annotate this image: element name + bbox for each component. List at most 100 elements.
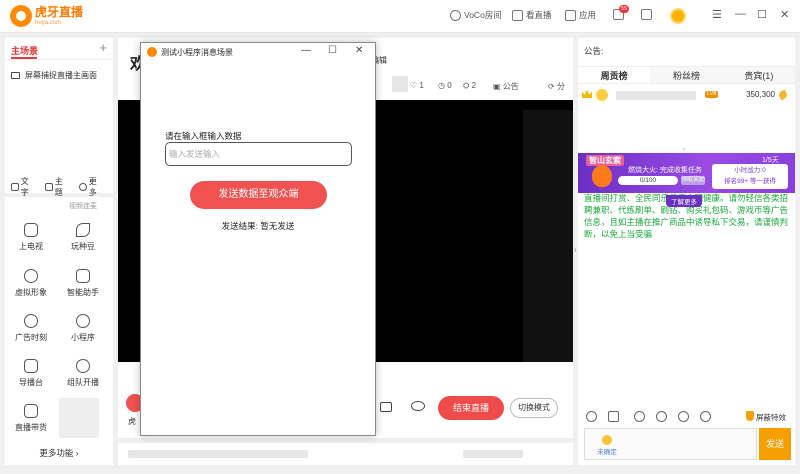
send-chat-button[interactable]: 发送 [759,428,791,460]
tab-vip[interactable]: 贵宾(1) [722,67,795,83]
dialog-minimize-button[interactable]: — [301,45,311,56]
add-text-button[interactable]: 文字 [11,176,36,198]
tool-ad-moment[interactable]: 广告时刻 [9,314,53,343]
tab-fans[interactable]: 粉丝榜 [650,67,723,83]
blurred-status-right [463,450,523,458]
gift-icon[interactable] [634,411,645,422]
text-icon [11,183,19,191]
send-result: 发送结果: 暂无发送 [221,221,295,231]
tool-live-shopping[interactable]: 直播带货 [9,404,53,433]
eye-icon[interactable] [411,401,425,411]
watch-live-link[interactable]: 看直播 [512,9,552,21]
emoji-icon[interactable] [586,411,597,422]
maximize-button[interactable]: ☐ [757,8,767,21]
viewer-count: ⛭ 2 [463,81,477,90]
message-icon[interactable] [678,411,689,422]
more-options-button[interactable]: 更多 [79,176,104,198]
block-effects-toggle[interactable]: 屏蔽特效 [756,412,786,423]
tool-tv[interactable]: 上电视 [9,223,53,252]
claim-reward-button[interactable]: 领取奖励 [681,176,705,185]
level-badge: LV8 [705,91,719,98]
tool-smart-assistant[interactable]: 智能助手 [61,269,105,298]
send-to-audience-button[interactable]: 发送数据至观众端 [190,181,327,209]
user-avatar[interactable] [670,8,686,24]
chat-input-box[interactable]: 未确定 [584,428,757,460]
logo-subtitle: huya.com [35,19,62,26]
bean-icon [777,89,789,101]
logo-title: 虎牙直播 [35,4,84,19]
calendar-button[interactable] [641,9,655,20]
rank-score: 350,300 [746,90,775,99]
theme-icon [45,183,53,191]
monitor-icon [11,72,20,79]
preview-side-strip [523,110,573,362]
ad-icon [24,314,38,328]
settings-icon[interactable] [700,411,711,422]
camera-icon[interactable] [380,402,392,412]
tool-mini-program[interactable]: 小程序 [61,314,105,343]
rank-row[interactable]: LV8 350,300 [582,89,791,103]
theme-button[interactable]: 主题 [45,176,70,198]
add-scene-button[interactable]: + [99,40,107,55]
banner-rank-box: 小时战力:0 排名99+ 等一获得 [712,164,788,189]
identity-selector[interactable]: 未确定 [591,435,623,456]
share-button[interactable]: ⟳ 分 [548,81,565,92]
team-icon [76,359,90,373]
event-banner[interactable]: 智山玄索 燃烧大火: 完成收集任务 0/100 领取奖励 1/5天 小时战力:0… [578,153,795,193]
calendar-icon [641,9,652,20]
chat-history-icon[interactable] [608,411,619,422]
right-panel: 公告: 周贡榜 粉丝榜 贵宾(1) LV8 350,300 ⌄ 智山玄索 燃烧大… [578,38,795,465]
blurred-status [128,450,308,458]
tv-icon [24,223,38,237]
messages-badge: 55 [619,5,630,13]
close-button[interactable]: ✕ [780,8,789,21]
tool-team-live[interactable]: 组队开播 [61,359,105,388]
left-partial-label: 虎 [128,417,136,426]
learn-more-button[interactable]: 了解更多 [666,195,702,207]
more-icon [79,183,87,191]
leaf-icon [76,223,90,237]
blurred-stat [392,76,408,92]
dialog-close-button[interactable]: ✕ [355,45,363,56]
shield-icon [746,411,754,421]
tool-virtual-avatar[interactable]: 虚拟形象 [9,269,53,298]
menu-icon[interactable]: ☰ [712,8,722,21]
tool-director[interactable]: 导播台 [9,359,53,388]
tab-main-scene[interactable]: 主场景 [11,44,38,57]
dialog-title-bar[interactable]: 测试小程序消息场景 — ☐ ✕ [141,43,375,61]
banner-progress: 0/100 [618,176,678,185]
dialog-maximize-button[interactable]: ☐ [328,45,337,56]
collapse-panel-icon[interactable]: › [574,245,577,254]
tool-placeholder [59,398,99,438]
tool-seed-game[interactable]: 玩种豆 [61,223,105,252]
voco-room-link[interactable]: VoCo房间 [450,9,502,21]
gift-count: ◷ 0 [438,81,452,90]
ranking-tabs: 周贡榜 粉丝榜 贵宾(1) [578,66,795,84]
rank-avatar [596,89,608,101]
scene-options: 文字 主题 更多 [11,176,113,198]
tab-weekly-contribution[interactable]: 周贡榜 [578,67,651,83]
notice-button[interactable]: ▣ 公告 [493,81,519,92]
banner-tag: 智山玄索 [586,155,624,166]
huya-logo: 虎牙直播 huya.com [10,5,83,27]
source-item-screen-capture[interactable]: 屏幕捕捉直播主画面 [11,70,97,81]
end-live-button[interactable]: 结束直播 [438,396,504,420]
tools-panel: 视频连麦 上电视 玩种豆 虚拟形象 智能助手 广告时刻 小程序 导播台 组队开播… [5,197,113,465]
top-bar: 虎牙直播 huya.com VoCo房间 看直播 应用 55 ☰ — ☐ ✕ [0,0,800,33]
tool-video-link[interactable]: 视频连麦 [61,201,105,211]
minimize-button[interactable]: — [735,8,746,20]
more-functions-button[interactable]: 更多功能 › [5,447,113,459]
shop-icon [24,404,38,418]
expand-chevron-icon[interactable]: ⌄ [681,144,687,152]
fan-icon[interactable] [656,411,667,422]
switch-mode-button[interactable]: 切换模式 [510,398,558,418]
chat-input[interactable] [635,430,735,458]
status-bar [118,443,573,465]
mini-program-icon [76,314,90,328]
data-input[interactable] [165,142,352,166]
dialog-title: 测试小程序消息场景 [161,48,233,57]
voco-icon [450,9,461,21]
avatar-icon [24,269,38,283]
input-label: 请在输入框输入数据 [165,131,242,141]
apps-link[interactable]: 应用 [565,9,596,21]
